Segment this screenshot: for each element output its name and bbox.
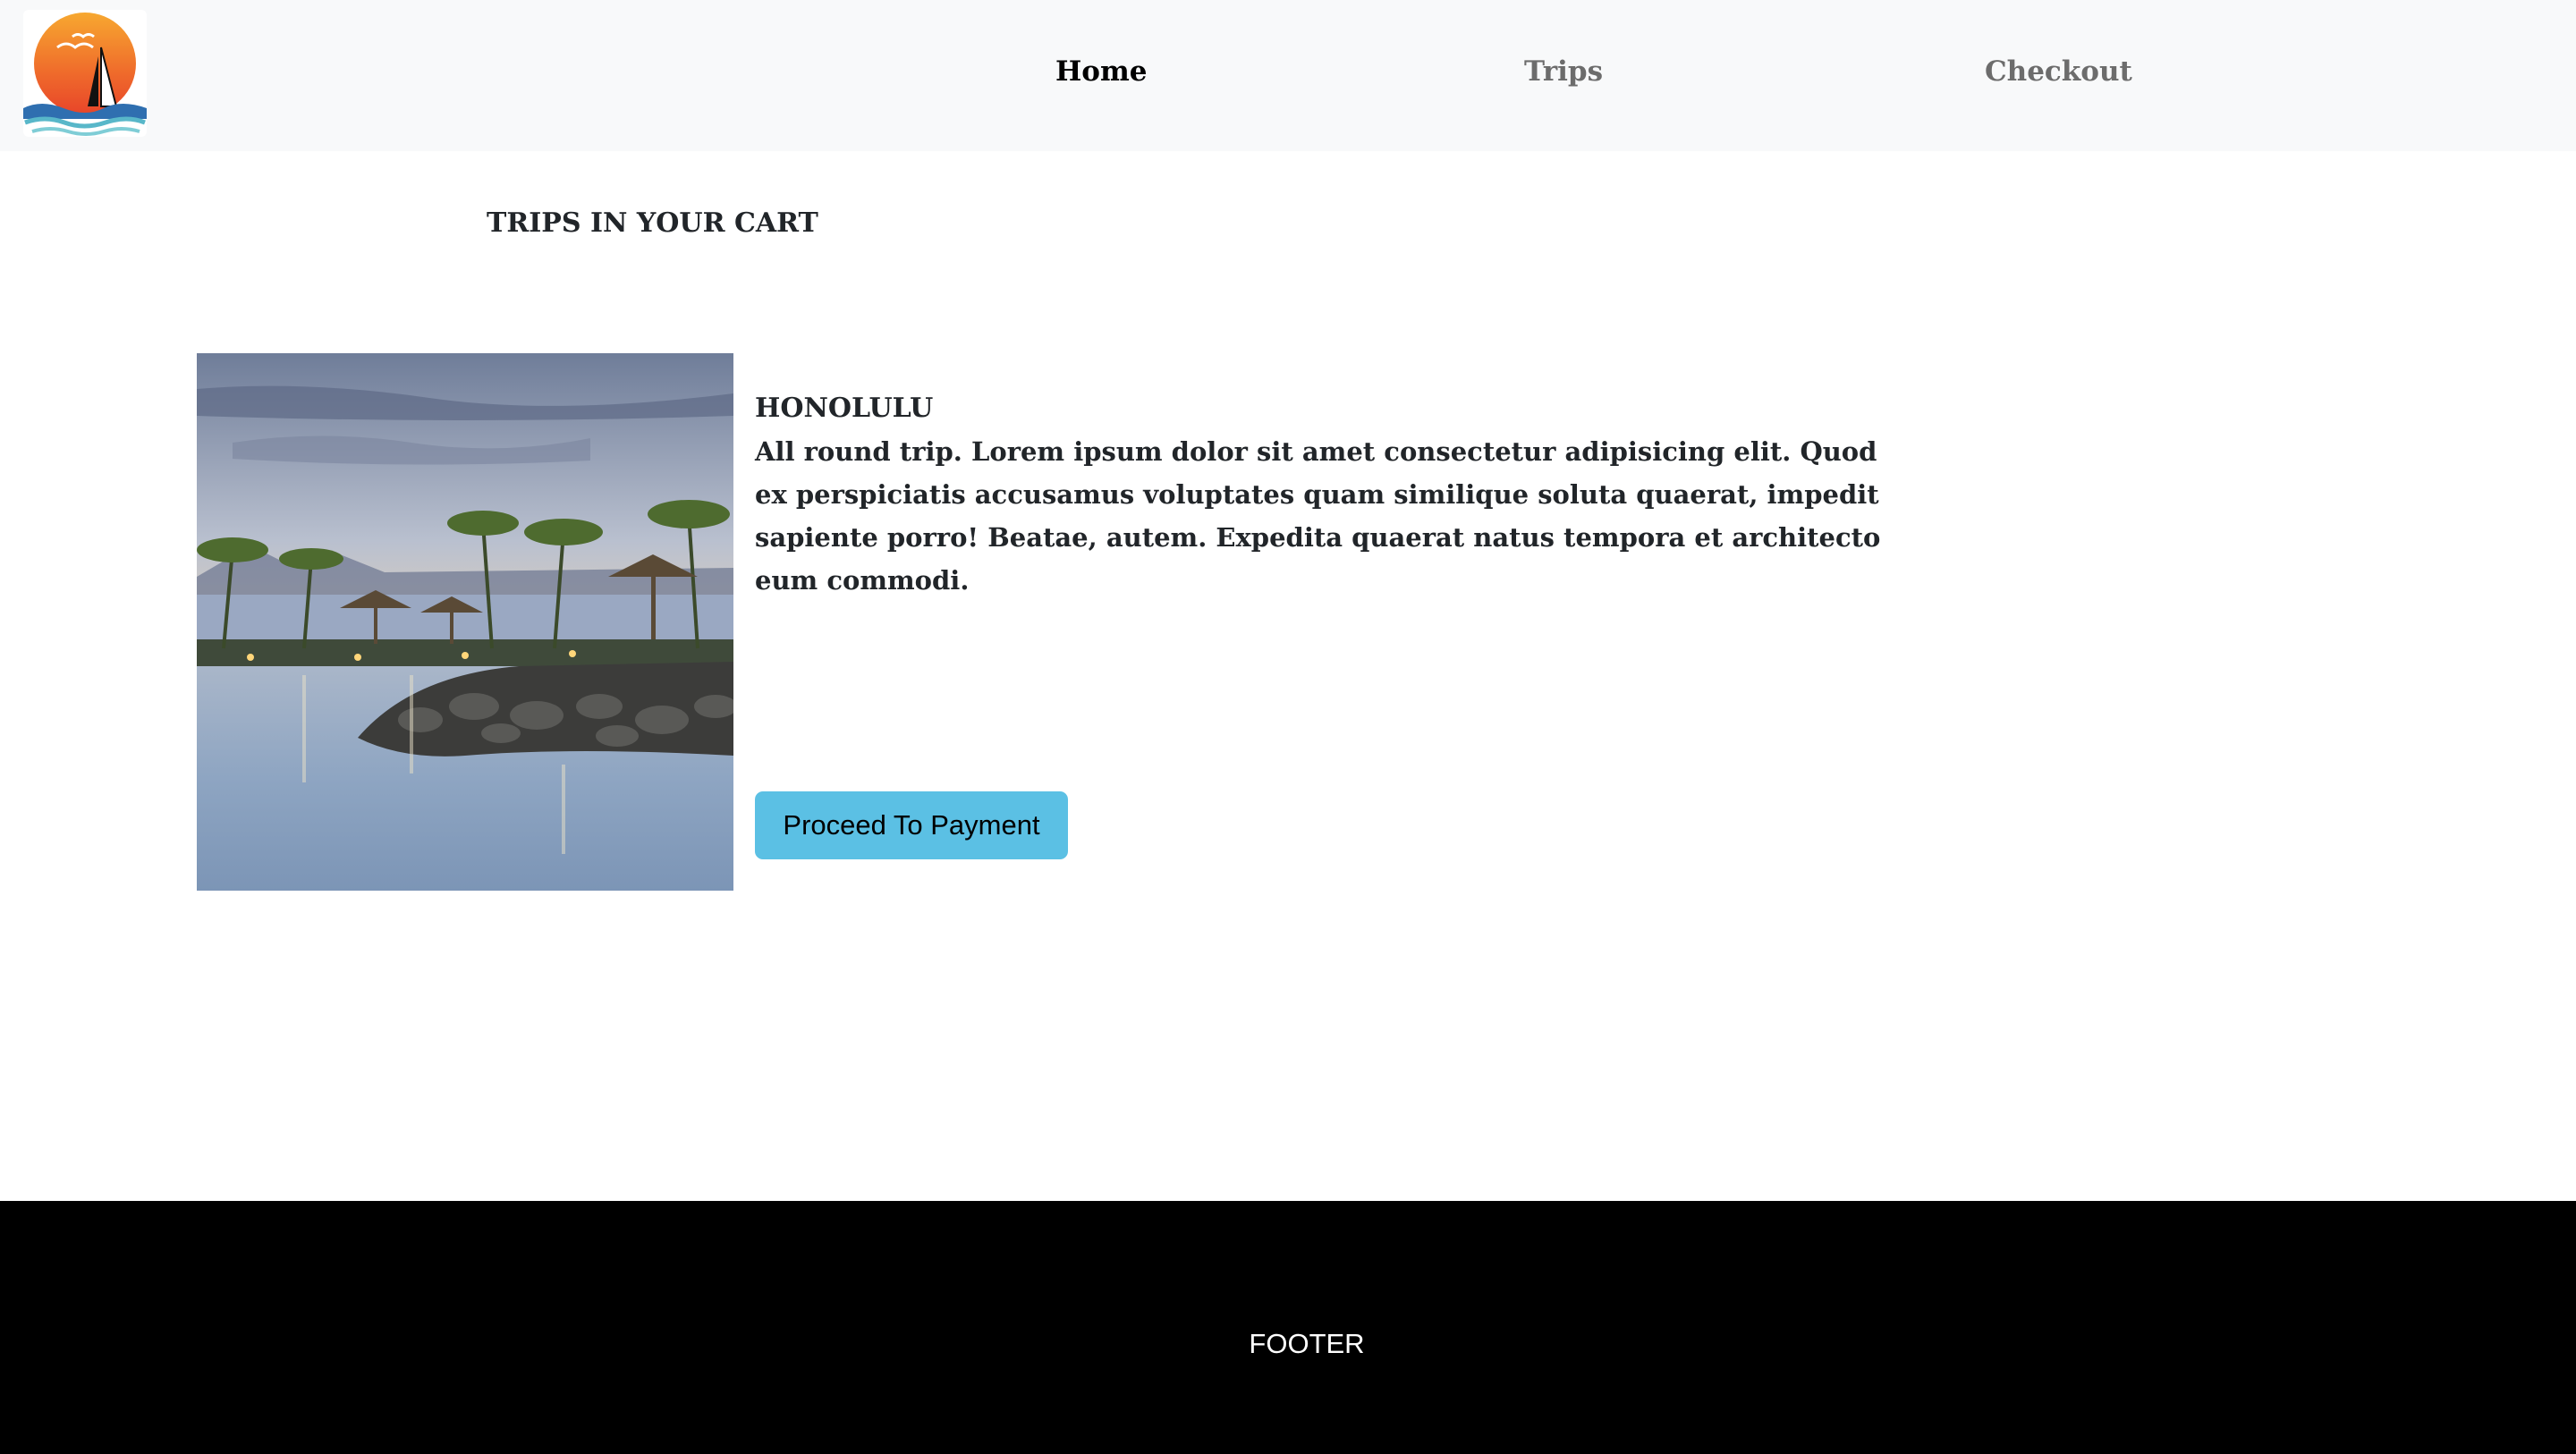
proceed-to-payment-button[interactable]: Proceed To Payment	[755, 791, 1068, 859]
footer-text: FOOTER	[1249, 1328, 1365, 1359]
nav-link-trips[interactable]: Trips	[1524, 50, 1603, 93]
navbar: Home Trips Checkout	[0, 0, 2576, 151]
sunset-sailboat-logo-icon[interactable]	[23, 10, 147, 137]
cart-heading: TRIPS IN YOUR CART	[487, 207, 818, 239]
tropical-beach-resort-image	[197, 353, 733, 891]
trip-card-body: HONOLULU All round trip. Lorem ipsum dol…	[755, 387, 1900, 602]
cart-trip-card: HONOLULU All round trip. Lorem ipsum dol…	[197, 353, 1896, 891]
trip-title: HONOLULU	[755, 393, 934, 424]
nav-link-home[interactable]: Home	[1055, 50, 1148, 93]
footer: FOOTER	[0, 1201, 2576, 1454]
trip-description: All round trip. Lorem ipsum dolor sit am…	[755, 436, 1881, 596]
nav-link-checkout[interactable]: Checkout	[1985, 50, 2132, 93]
